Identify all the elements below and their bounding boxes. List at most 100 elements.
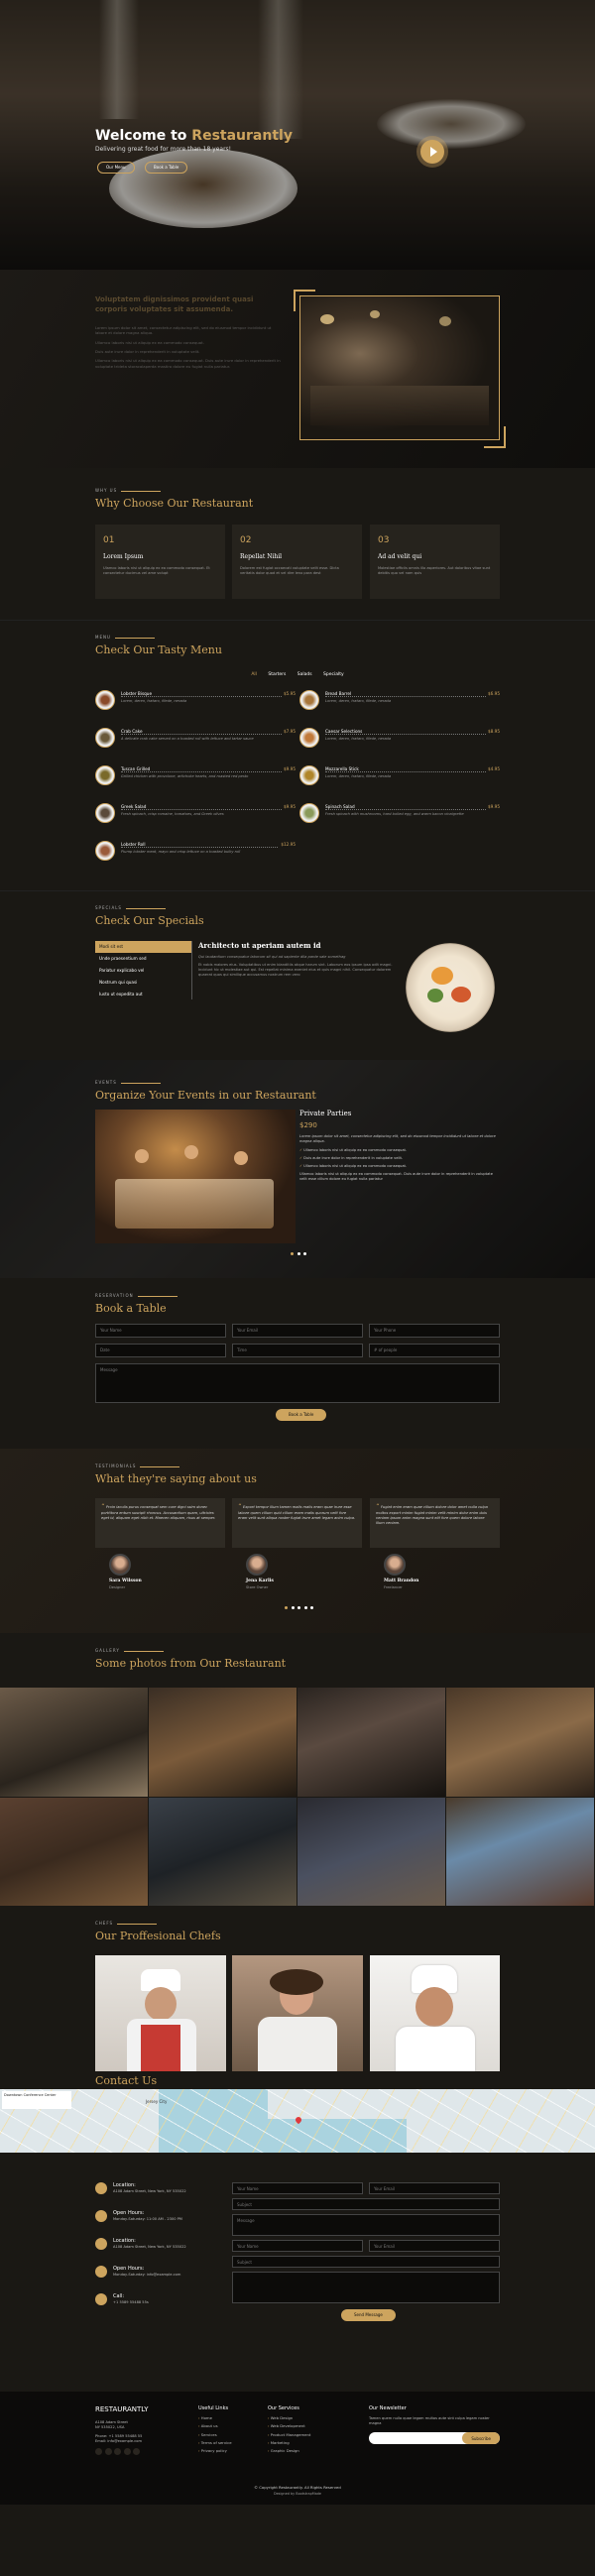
- menu-item-desc: Fresh spinach, crisp romaine, tomatoes, …: [121, 812, 224, 816]
- event-heading: Private Parties: [299, 1110, 352, 1117]
- contact-message-textarea-2[interactable]: [232, 2272, 500, 2303]
- menu-item-price: $9.95: [282, 804, 296, 810]
- menu-item-image: [95, 841, 115, 861]
- testimonial-quote: “ Export tempor illum tamen malis malis …: [232, 1498, 362, 1548]
- book-table-hero-button[interactable]: Book a Table: [145, 162, 188, 174]
- special-italic: Qui laudantium consequatur laborum sit q…: [198, 954, 346, 959]
- gallery-photo[interactable]: [0, 1798, 148, 1906]
- our-menu-button[interactable]: Our Menu: [97, 162, 135, 174]
- box-title: Ad ad velit qui: [378, 552, 422, 560]
- twitter-icon[interactable]: [95, 2447, 102, 2455]
- menu-item-price: $6.95: [486, 691, 500, 697]
- footer-link[interactable]: › Web Design: [268, 2415, 347, 2420]
- footer-link[interactable]: › Product Management: [268, 2432, 347, 2437]
- menu-item-image: [95, 765, 115, 785]
- booking-kicker: Reservation: [95, 1293, 500, 1299]
- footer-link[interactable]: › Marketing: [268, 2440, 347, 2445]
- contact-info-text: A108 Adam Street, New York, NY 535022: [113, 2245, 186, 2249]
- gallery-photo[interactable]: [446, 1798, 594, 1906]
- menu-item-price: $12.95: [279, 842, 296, 848]
- contact-info-text: Monday-Saturday: info@example.com: [113, 2273, 181, 2277]
- facebook-icon[interactable]: [104, 2447, 112, 2455]
- contact-email-input-2[interactable]: Your Email: [369, 2240, 500, 2252]
- gallery-photo[interactable]: [149, 1798, 297, 1906]
- menu-item-image: [299, 765, 319, 785]
- special-heading: Architecto ut aperiam autem id: [198, 941, 321, 950]
- pager-dot[interactable]: [291, 1606, 295, 1609]
- menu-item-image: [299, 690, 319, 710]
- subscribe-button[interactable]: Subscribe: [462, 2432, 500, 2445]
- footer-link[interactable]: › Services: [198, 2432, 258, 2437]
- newsletter-input[interactable]: Subscribe: [369, 2432, 500, 2445]
- gallery-photo[interactable]: [298, 1798, 445, 1906]
- special-tab-4[interactable]: Nostrum qui quasi: [95, 977, 191, 989]
- filter-salads[interactable]: Salads: [298, 672, 312, 677]
- special-tab-5[interactable]: Iusto ut expedita aut: [95, 989, 191, 1000]
- specials-title: Check Our Specials: [95, 913, 204, 927]
- footer-col1-title: Useful Links: [198, 2405, 229, 2411]
- contact-email-input[interactable]: Your Email: [369, 2182, 500, 2194]
- menu-item: Spinach Salad $9.95 Fresh spinach with mus…: [299, 803, 500, 833]
- time-input[interactable]: Time: [232, 1344, 363, 1357]
- skype-icon[interactable]: [123, 2447, 131, 2455]
- footer-link[interactable]: › Home: [198, 2415, 258, 2420]
- events-title: Organize Your Events in our Restaurant: [95, 1088, 316, 1102]
- name-input[interactable]: Your Name: [95, 1324, 226, 1338]
- footer-link[interactable]: › About us: [198, 2423, 258, 2428]
- testimonials-section: Testimonials What they're saying about u…: [0, 1449, 595, 1633]
- menu-item-name: Lobster Roll: [121, 842, 148, 847]
- footer-link[interactable]: › Web Development: [268, 2423, 347, 2428]
- phone-input[interactable]: Your Phone: [369, 1324, 500, 1338]
- pager-dot[interactable]: [303, 1252, 307, 1255]
- send-message-button[interactable]: Send Message: [341, 2309, 396, 2321]
- pager-dot[interactable]: [298, 1606, 301, 1609]
- box-text: Ulamco laboris nisi ut aliquip ex ea com…: [103, 565, 210, 576]
- pager-dot[interactable]: [291, 1252, 294, 1255]
- filter-specialty[interactable]: Specialty: [323, 672, 344, 677]
- people-input[interactable]: # of people: [369, 1344, 500, 1357]
- special-tab-1[interactable]: Modi sit est: [95, 941, 191, 953]
- filter-all[interactable]: All: [251, 672, 257, 677]
- contact-subject-input[interactable]: Subject: [232, 2198, 500, 2210]
- book-table-submit[interactable]: Book a Table: [276, 1409, 327, 1421]
- footer-link[interactable]: › Terms of service: [198, 2440, 258, 2445]
- footer-email: Email: info@example.com: [95, 2438, 142, 2443]
- gallery-photo[interactable]: [0, 1688, 148, 1797]
- specials-section: Specials Check Our Specials Modi sit est…: [0, 890, 595, 1060]
- gallery-photo[interactable]: [446, 1688, 594, 1797]
- box-number: 02: [240, 535, 252, 545]
- gallery-photo[interactable]: [298, 1688, 445, 1797]
- pager-dot[interactable]: [303, 1606, 307, 1609]
- special-tab-3[interactable]: Pariatur explicabo vel: [95, 965, 191, 977]
- filter-starters[interactable]: Starters: [268, 672, 286, 677]
- pager-dot[interactable]: [285, 1606, 288, 1609]
- pager-dot[interactable]: [310, 1606, 314, 1609]
- footer-brand: RESTAURANTLY: [95, 2405, 149, 2413]
- footer-link[interactable]: › Graphic Design: [268, 2448, 347, 2453]
- play-video-button[interactable]: [420, 140, 444, 164]
- map-pin-icon: [95, 2238, 107, 2250]
- contact-name-input[interactable]: Your Name: [232, 2182, 363, 2194]
- footer-link[interactable]: › Privacy policy: [198, 2448, 258, 2453]
- book-table-section: Reservation Book a Table Your Name Your …: [0, 1278, 595, 1449]
- contact-name-input-2[interactable]: Your Name: [232, 2240, 363, 2252]
- date-input[interactable]: Date: [95, 1344, 226, 1357]
- special-tab-2[interactable]: Unde praesentium sed: [95, 953, 191, 965]
- contact-message-textarea[interactable]: Message: [232, 2214, 500, 2236]
- gallery-photo[interactable]: [149, 1688, 297, 1797]
- linkedin-icon[interactable]: [133, 2447, 141, 2455]
- hero: Welcome to Restaurantly Delivering great…: [0, 0, 595, 270]
- testimonial-role: Freelancer: [384, 1585, 403, 1589]
- pager-dot[interactable]: [297, 1252, 300, 1255]
- contact-info-item: Location: A108 Adam Street, New York, NY …: [95, 2238, 224, 2262]
- event-bullet-1: ✓ Ullamco laboris nisi ut aliquip ex ea …: [299, 1147, 408, 1152]
- instagram-icon[interactable]: [114, 2447, 122, 2455]
- message-textarea[interactable]: Message: [95, 1363, 500, 1403]
- contact-subject-input-2[interactable]: Subject: [232, 2256, 500, 2268]
- about-section: Voluptatem dignissimos provident quasi c…: [0, 270, 595, 468]
- map[interactable]: Downtown Conference Center Jersey City: [0, 2089, 595, 2153]
- email-input[interactable]: Your Email: [232, 1324, 363, 1338]
- menu-item-name: Bread Barrel: [325, 691, 354, 696]
- chef-photo-1: [95, 1955, 226, 2071]
- copyright: © Copyright Restaurantly. All Rights Res…: [254, 2485, 341, 2490]
